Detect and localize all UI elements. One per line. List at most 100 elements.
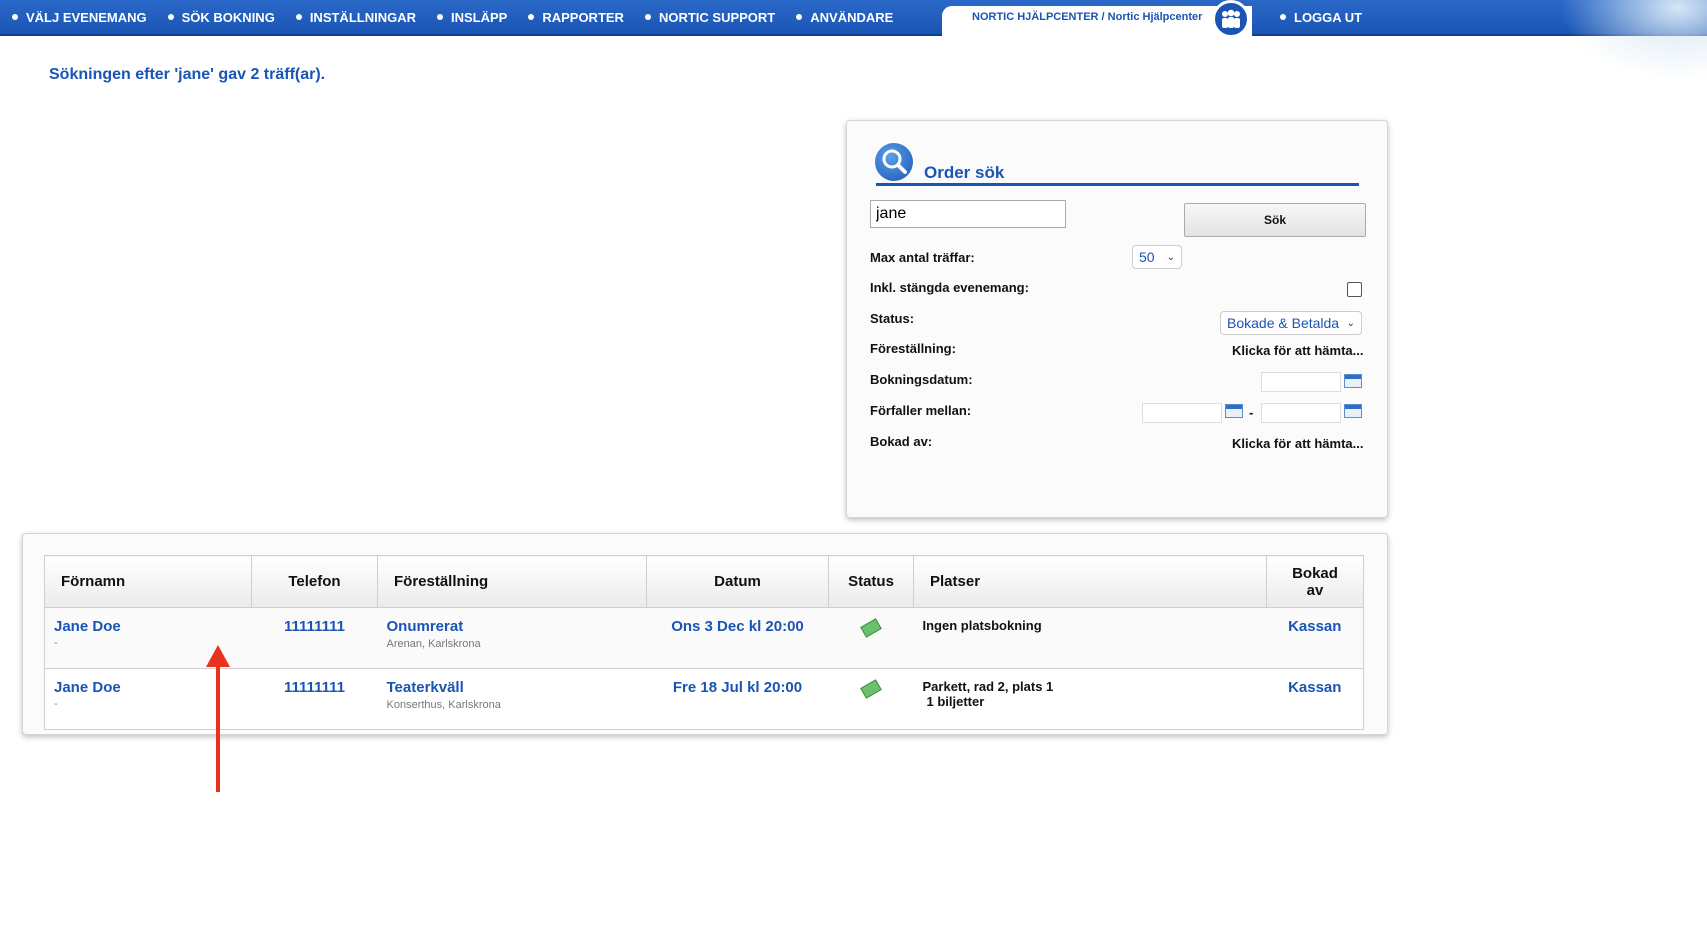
seats-sub: 1 biljetter: [926, 694, 985, 709]
top-navigation-bar: VÄLJ EVENEMANG SÖK BOKNING INSTÄLLNINGAR…: [0, 0, 1707, 38]
date-link[interactable]: Ons 3 Dec kl 20:00: [671, 618, 804, 635]
table-header-row: Förnamn Telefon Föreställning Datum Stat…: [44, 555, 1364, 608]
table-row[interactable]: Jane Doe - 11111111 Teaterkväll Konserthus…: [44, 668, 1364, 730]
booking-date-input[interactable]: [1261, 372, 1341, 392]
cell-booked-by: Kassan: [1266, 607, 1364, 669]
bullet-icon: [295, 14, 302, 20]
nav-item-nortic-support[interactable]: NORTIC SUPPORT: [644, 9, 776, 25]
max-hits-select[interactable]: 50 ⌄: [1132, 245, 1182, 269]
include-closed-label: Inkl. stängda evenemang:: [870, 280, 1029, 295]
cell-date: Ons 3 Dec kl 20:00: [646, 607, 829, 669]
money-icon: [860, 618, 882, 638]
bullet-icon: [644, 14, 651, 20]
search-panel-title: Order sök: [924, 163, 1005, 182]
booking-date-label: Bokningsdatum:: [870, 372, 973, 387]
performance-label: Föreställning:: [870, 341, 956, 356]
max-hits-label: Max antal träffar:: [870, 250, 975, 265]
cell-seats: Ingen platsbokning: [913, 607, 1267, 669]
nav-item-anvandare[interactable]: ANVÄNDARE: [796, 10, 893, 25]
customer-name-link[interactable]: Jane Doe: [54, 618, 243, 635]
bullet-icon: [436, 14, 443, 20]
column-header-forestallning[interactable]: Föreställning: [377, 555, 647, 608]
status-value: Bokade & Betalda: [1227, 315, 1340, 331]
decorative-glow: [1560, 0, 1707, 80]
annotation-arrow: [216, 662, 220, 792]
calendar-icon[interactable]: [1344, 374, 1362, 388]
nav-item-inslapp[interactable]: INSLÄPP: [436, 9, 508, 25]
column-header-platser[interactable]: Platser: [913, 555, 1267, 608]
cell-phone: 11111111: [251, 607, 378, 669]
search-result-heading: Sökningen efter 'jane' gav 2 träff(ar).: [49, 66, 326, 83]
cell-booked-by: Kassan: [1266, 668, 1364, 730]
max-hits-value: 50: [1139, 249, 1155, 265]
performance-fetch-link[interactable]: Klicka för att hämta...: [1232, 343, 1363, 358]
chevron-down-icon: ⌄: [1346, 317, 1355, 329]
nav-item-installningar[interactable]: INSTÄLLNINGAR: [295, 9, 416, 25]
logout-label: LOGGA UT: [1294, 9, 1363, 25]
status-select[interactable]: Bokade & Betalda ⌄: [1220, 311, 1362, 335]
venue-text: Konserthus, Karlskrona: [386, 699, 501, 711]
booked-by-label: Bokad av:: [870, 434, 933, 449]
status-label: Status:: [870, 311, 915, 326]
include-closed-checkbox[interactable]: [1347, 282, 1362, 297]
show-link[interactable]: Teaterkväll: [387, 679, 638, 696]
bullet-icon: [796, 14, 803, 20]
cell-date: Fre 18 Jul kl 20:00: [646, 668, 829, 730]
results-panel: Förnamn Telefon Föreställning Datum Stat…: [22, 533, 1388, 735]
column-header-telefon[interactable]: Telefon: [251, 555, 378, 608]
booked-by-link[interactable]: Kassan: [1288, 618, 1341, 635]
nav-item-valj-evenemang[interactable]: VÄLJ EVENEMANG: [12, 10, 147, 25]
customer-name-link[interactable]: Jane Doe: [54, 679, 243, 696]
nav-label: RAPPORTER: [542, 9, 624, 25]
nav-label: NORTIC SUPPORT: [658, 9, 776, 25]
nav-label: ANVÄNDARE: [810, 9, 894, 25]
expires-from-input[interactable]: [1142, 403, 1222, 423]
search-button[interactable]: Sök: [1184, 203, 1366, 237]
cell-show: Teaterkväll Konserthus, Karlskrona: [377, 668, 647, 730]
nav-label: INSLÄPP: [450, 9, 508, 25]
phone-link[interactable]: 11111111: [284, 618, 345, 635]
results-table: Förnamn Telefon Föreställning Datum Stat…: [44, 555, 1364, 730]
phone-link[interactable]: 11111111: [284, 679, 345, 696]
nav-item-sok-bokning[interactable]: SÖK BOKNING: [167, 9, 275, 25]
cell-seats: Parkett, rad 2, plats 11 biljetter: [913, 668, 1267, 730]
nav-item-rapporter[interactable]: RAPPORTER: [528, 10, 624, 25]
expires-between-label: Förfaller mellan:: [870, 403, 972, 418]
chevron-down-icon: ⌄: [1166, 251, 1175, 263]
column-header-bokad-av[interactable]: Bokad av: [1266, 555, 1364, 608]
show-link[interactable]: Onumrerat: [387, 618, 638, 635]
calendar-icon[interactable]: [1344, 404, 1362, 418]
cell-status: [828, 607, 914, 669]
column-header-fornamn[interactable]: Förnamn: [44, 555, 252, 608]
magnifier-icon: [875, 143, 913, 181]
help-center-tab[interactable]: NORTIC HJÄLPCENTER / Nortic Hjälpcenter: [942, 6, 1252, 36]
order-search-panel: Order sök Sök Max antal träffar: 50 ⌄ Ink…: [846, 120, 1388, 518]
cell-show: Onumrerat Arenan, Karlskrona: [377, 607, 647, 669]
title-divider: [876, 183, 1359, 186]
table-row[interactable]: Jane Doe - 11111111 Onumrerat Arenan, Karl…: [44, 607, 1364, 669]
bullet-icon: [528, 14, 535, 20]
users-icon[interactable]: [1212, 0, 1250, 38]
nav-label: SÖK BOKNING: [181, 9, 275, 25]
help-center-label: NORTIC HJÄLPCENTER / Nortic Hjälpcenter: [972, 11, 1203, 23]
date-link[interactable]: Fre 18 Jul kl 20:00: [673, 679, 802, 696]
range-separator: -: [1249, 405, 1254, 420]
bullet-icon: [167, 14, 174, 20]
logout-button[interactable]: LOGGA UT: [1268, 0, 1371, 34]
cell-phone: 11111111: [251, 668, 378, 730]
booked-by-fetch-link[interactable]: Klicka för att hämta...: [1232, 436, 1363, 451]
nav-label: INSTÄLLNINGAR: [309, 9, 416, 25]
booked-by-link[interactable]: Kassan: [1288, 679, 1341, 696]
money-icon: [860, 679, 882, 699]
calendar-icon[interactable]: [1225, 404, 1243, 418]
seats-text: Parkett, rad 2, plats 1: [922, 679, 1054, 694]
expires-to-input[interactable]: [1261, 403, 1341, 423]
main-nav: VÄLJ EVENEMANG SÖK BOKNING INSTÄLLNINGAR…: [0, 0, 902, 34]
nav-item-logout[interactable]: LOGGA UT: [1280, 10, 1362, 25]
column-header-status[interactable]: Status: [828, 555, 914, 608]
column-header-datum[interactable]: Datum: [646, 555, 829, 608]
cell-name: Jane Doe -: [44, 668, 252, 730]
cell-status: [828, 668, 914, 730]
bullet-icon: [1280, 14, 1286, 20]
search-input[interactable]: [870, 200, 1066, 228]
